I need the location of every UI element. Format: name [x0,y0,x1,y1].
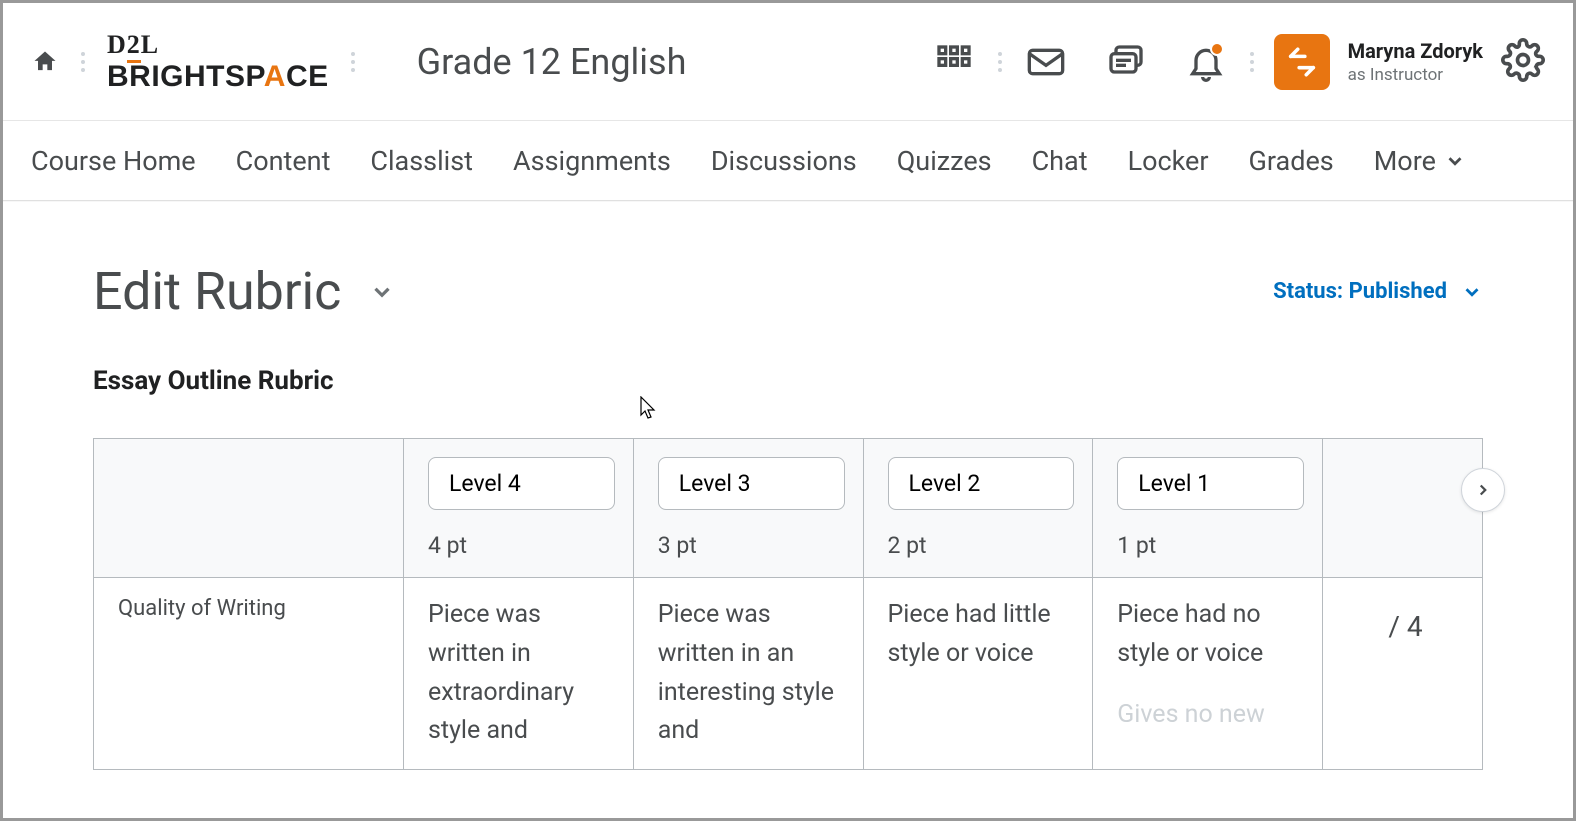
divider-dots [351,52,355,72]
out-of-score: / 4 [1347,610,1464,643]
chevron-down-icon [1461,281,1483,303]
brand-logo[interactable]: D2L BRIGHTSPACE [107,32,329,92]
nav-grades[interactable]: Grades [1249,145,1334,177]
level-name-input[interactable] [658,457,845,510]
brand-a: A [264,60,286,93]
brand-d: D [107,30,127,59]
rubric-cell[interactable]: Piece had no style or voice Gives no new [1093,578,1323,770]
rubric-table: 4 pt 3 pt 2 pt 1 pt [93,438,1483,770]
level-name-input[interactable] [428,457,615,510]
nav-quizzes[interactable]: Quizzes [897,145,992,177]
level-name-input[interactable] [888,457,1075,510]
topbar: D2L BRIGHTSPACE Grade 12 English [3,3,1573,121]
criterion-name: Quality of Writing [118,596,385,621]
score-header [1323,439,1483,578]
nav-content[interactable]: Content [236,145,331,177]
level-header: 2 pt [863,439,1093,578]
level-header: 1 pt [1093,439,1323,578]
role-switch-button[interactable] [1274,34,1330,90]
gear-icon[interactable] [1501,38,1545,86]
criterion-name-cell[interactable]: Quality of Writing [94,578,404,770]
apps-grid-icon[interactable] [932,40,976,84]
nav-course-home[interactable]: Course Home [31,145,196,177]
chat-icon[interactable] [1104,40,1148,84]
chevron-right-icon [1474,481,1492,499]
divider-dots [81,52,85,72]
cell-text: Piece was written in extraordinary style… [428,596,615,751]
scroll-right-button[interactable] [1461,468,1505,512]
rubric-name[interactable]: Essay Outline Rubric [93,366,1483,396]
rubric-table-wrap: 4 pt 3 pt 2 pt 1 pt [93,438,1483,770]
level-points[interactable]: 4 pt [428,532,615,559]
level-name-input[interactable] [1117,457,1304,510]
rubric-cell[interactable]: Piece was written in extraordinary style… [404,578,634,770]
table-corner [94,439,404,578]
status-dropdown[interactable]: Status: Published [1273,279,1483,304]
level-points[interactable]: 3 pt [658,532,845,559]
rubric-cell[interactable]: Piece was written in an interesting styl… [633,578,863,770]
chevron-down-icon [1444,150,1466,172]
bell-icon[interactable] [1184,40,1228,84]
divider-dots [1250,52,1254,72]
brand-post: CE [286,60,329,93]
chevron-down-icon[interactable] [369,279,395,305]
rubric-cell[interactable]: Piece had little style or voice [863,578,1093,770]
cell-text: Piece had no style or voice [1117,596,1304,674]
notification-dot-icon [1210,42,1224,56]
brand-pre: BRIGHTSP [107,60,264,93]
level-header: 3 pt [633,439,863,578]
divider-dots [998,52,1002,72]
cell-text: Piece was written in an interesting styl… [658,596,845,751]
user-name: Maryna Zdoryk [1348,39,1483,63]
brand-2: 2 [127,30,141,63]
nav-classlist[interactable]: Classlist [370,145,473,177]
page-title: Edit Rubric [93,261,395,322]
nav-more[interactable]: More [1374,145,1466,177]
brand-l: L [141,30,159,59]
home-icon[interactable] [31,48,59,76]
level-points[interactable]: 2 pt [888,532,1075,559]
nav-discussions[interactable]: Discussions [711,145,857,177]
course-title[interactable]: Grade 12 English [417,41,687,83]
cell-text: Piece had little style or voice [888,596,1075,674]
nav-chat[interactable]: Chat [1032,145,1088,177]
user-menu[interactable]: Maryna Zdoryk as Instructor [1348,39,1483,85]
cell-text-fade: Gives no new [1117,696,1304,735]
table-row: Quality of Writing Piece was written in … [94,578,1483,770]
mail-icon[interactable] [1024,40,1068,84]
nav-more-label: More [1374,145,1436,177]
level-points[interactable]: 1 pt [1117,532,1304,559]
status-label: Status: Published [1273,279,1447,304]
nav-locker[interactable]: Locker [1128,145,1209,177]
page-title-text: Edit Rubric [93,261,341,322]
user-role: as Instructor [1348,65,1483,85]
level-header: 4 pt [404,439,634,578]
nav-assignments[interactable]: Assignments [513,145,671,177]
score-cell[interactable]: / 4 [1323,578,1483,770]
main-content: Edit Rubric Status: Published Essay Outl… [3,201,1573,770]
page-title-row: Edit Rubric Status: Published [93,261,1483,322]
course-navbar: Course Home Content Classlist Assignment… [3,121,1573,201]
